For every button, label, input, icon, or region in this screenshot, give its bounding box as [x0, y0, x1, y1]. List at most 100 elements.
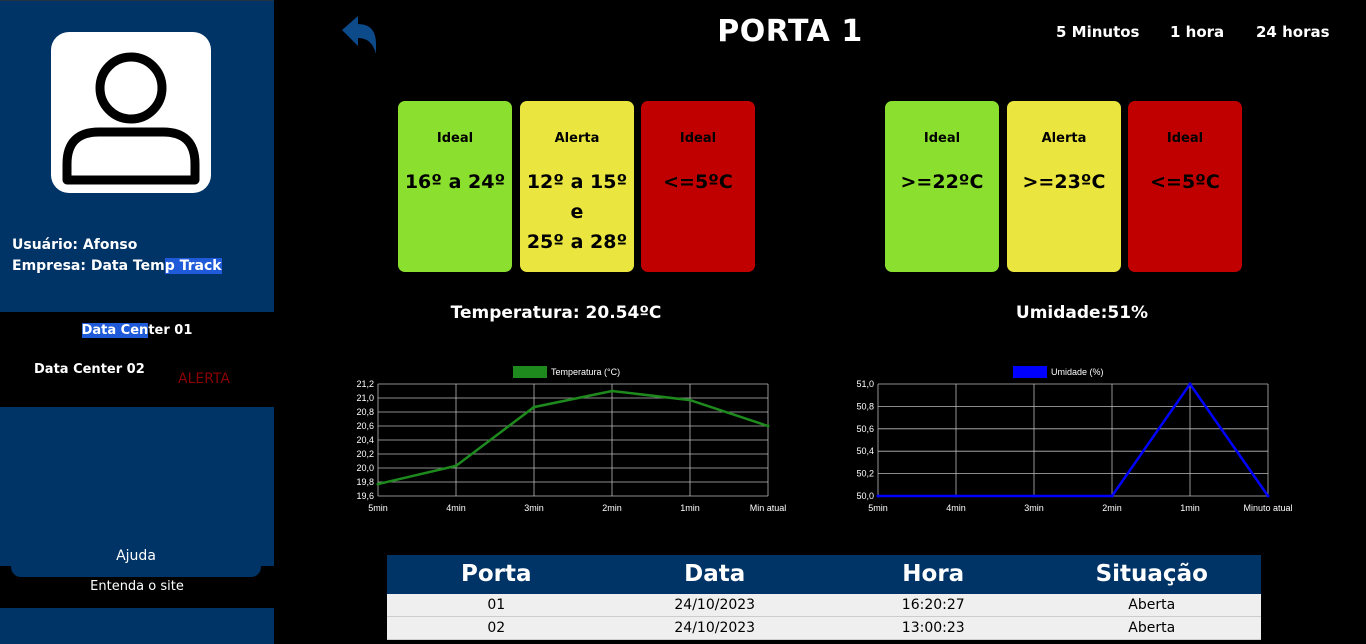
temp-card-ideal: Ideal 16º a 24º — [398, 101, 512, 272]
x-tick-label: 1min — [680, 503, 700, 513]
data-point — [376, 482, 380, 486]
y-tick-label: 21,0 — [356, 393, 374, 403]
col-data: Data — [684, 561, 746, 587]
y-tick-label: 20,6 — [356, 421, 374, 431]
cell-porta: 02 — [487, 620, 506, 636]
y-tick-label: 50,2 — [856, 469, 874, 479]
x-tick-label: Minuto atual — [1243, 503, 1292, 513]
y-tick-label: 19,8 — [356, 477, 374, 487]
card-label: Ideal — [923, 131, 961, 146]
card-label: Ideal — [436, 131, 474, 146]
door-status-table: Porta Data Hora Situação 01 24/10/2023 1… — [387, 555, 1261, 640]
series-line — [377, 389, 769, 486]
data-point — [876, 494, 880, 498]
help-button[interactable]: Ajuda — [11, 545, 261, 577]
col-hora: Hora — [902, 561, 965, 587]
company-name: Empresa: Data Temp Track — [12, 258, 222, 274]
card-label: Ideal — [679, 131, 717, 146]
data-point — [954, 494, 958, 498]
card-value: 16º a 24º — [404, 171, 506, 193]
data-point — [688, 398, 692, 402]
help-subtitle: Entenda o site — [90, 579, 184, 594]
y-tick-label: 50,4 — [856, 446, 874, 456]
sidebar-item-data-center-01[interactable]: Data Center 01 — [0, 323, 274, 338]
x-tick-label: 4min — [446, 503, 466, 513]
y-tick-label: 20,4 — [356, 435, 374, 445]
hum-card-alert: Alerta >=23ºC — [1007, 101, 1121, 272]
page-title: PORTA 1 — [717, 14, 863, 49]
sidebar-bottom-panel — [0, 407, 274, 566]
col-porta: Porta — [460, 561, 532, 587]
data-point — [1032, 494, 1036, 498]
y-tick-label: 50,6 — [856, 424, 874, 434]
hum-card-ideal: Ideal >=22ºC — [885, 101, 999, 272]
range-24-hours[interactable]: 24 horas — [1256, 23, 1330, 41]
x-tick-label: 2min — [1102, 503, 1122, 513]
sidebar: Usuário: Afonso Empresa: Data Temp Track… — [0, 0, 274, 644]
table-row: 02 24/10/2023 13:00:23 Aberta — [387, 617, 1261, 640]
table-header: Porta Data Hora Situação — [387, 555, 1261, 594]
temp-card-alert: Alerta 12º a 15º e 25º a 28º — [520, 101, 634, 272]
sidebar-footer — [0, 608, 274, 644]
card-label: Ideal — [1166, 131, 1204, 146]
sidebar-item-data-center-02[interactable]: Data Center 02 — [34, 362, 145, 377]
range-5-minutes[interactable]: 5 Minutos — [1056, 23, 1140, 41]
y-tick-label: 50,0 — [856, 491, 874, 501]
card-label: Alerta — [554, 131, 600, 146]
data-point — [1266, 494, 1270, 498]
table-row: 01 24/10/2023 16:20:27 Aberta — [387, 594, 1261, 617]
x-tick-label: Min atual — [750, 503, 787, 513]
cell-hora: 13:00:23 — [901, 620, 965, 636]
card-value: 12º a 15º e 25º a 28º — [526, 171, 628, 253]
data-point — [610, 389, 614, 393]
temperature-reading: Temperatura: 20.54ºC — [450, 303, 662, 323]
cell-data: 24/10/2023 — [674, 597, 756, 613]
card-value: >=22ºC — [900, 171, 984, 193]
temperature-chart: Temperatura (°C) 19,6 19,8 20,0 20,2 20,4 20,6… — [356, 366, 787, 513]
data-point — [766, 424, 770, 428]
user-icon — [62, 52, 200, 185]
cell-hora: 16:20:27 — [901, 597, 965, 613]
col-situacao: Situação — [1095, 561, 1208, 587]
back-arrow-icon[interactable] — [340, 14, 380, 60]
avatar — [51, 32, 211, 193]
legend-swatch — [1013, 366, 1047, 378]
y-tick-label: 21,2 — [356, 379, 374, 389]
series-line — [878, 381, 1270, 498]
x-tick-label: 5min — [368, 503, 388, 513]
temp-card-critical: Ideal <=5ºC — [641, 101, 755, 272]
card-value: <=5ºC — [663, 171, 733, 193]
x-tick-label: 4min — [946, 503, 966, 513]
range-1-hour[interactable]: 1 hora — [1170, 23, 1224, 41]
user-name: Usuário: Afonso — [12, 237, 138, 253]
x-tick-label: 2min — [602, 503, 622, 513]
cell-situacao: Aberta — [1128, 620, 1176, 636]
y-tick-label: 20,2 — [356, 449, 374, 459]
legend-label: Temperatura (°C) — [551, 367, 620, 377]
cell-data: 24/10/2023 — [674, 620, 756, 636]
y-tick-label: 19,6 — [356, 491, 374, 501]
x-tick-label: 5min — [868, 503, 888, 513]
data-point — [532, 405, 536, 409]
card-value: >=23ºC — [1022, 171, 1106, 193]
y-tick-label: 20,8 — [356, 407, 374, 417]
card-value: <=5ºC — [1150, 171, 1220, 193]
x-tick-label: 1min — [1180, 503, 1200, 513]
legend-label: Umidade (%) — [1051, 367, 1104, 377]
humidity-reading: Umidade:51% — [1015, 303, 1149, 323]
card-label: Alerta — [1041, 131, 1087, 146]
cell-situacao: Aberta — [1128, 597, 1176, 613]
profile-panel: Usuário: Afonso Empresa: Data Temp Track — [0, 0, 274, 312]
hum-card-critical: Ideal <=5ºC — [1128, 101, 1242, 272]
cell-porta: 01 — [487, 597, 506, 613]
x-tick-label: 3min — [524, 503, 544, 513]
data-point — [1188, 382, 1192, 386]
y-tick-label: 20,0 — [356, 463, 374, 473]
data-point — [454, 464, 458, 468]
legend-swatch — [513, 366, 547, 378]
y-tick-label: 50,8 — [856, 401, 874, 411]
humidity-chart: Umidade (%) 50,0 50,2 50,4 50,6 50,8 51,0 5min 4… — [856, 366, 1293, 513]
y-tick-label: 51,0 — [856, 379, 874, 389]
x-tick-label: 3min — [1024, 503, 1044, 513]
data-point — [1110, 494, 1114, 498]
